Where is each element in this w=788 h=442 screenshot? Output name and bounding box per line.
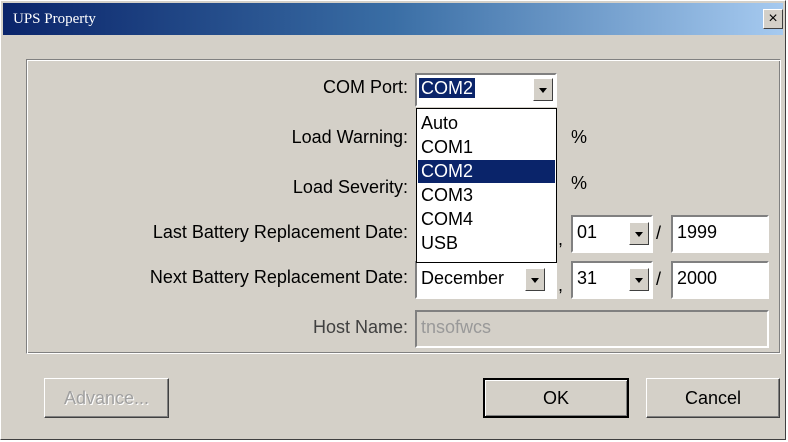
next-battery-comma: , xyxy=(558,275,564,295)
com-port-label: COM Port: xyxy=(322,77,408,97)
close-button[interactable]: × xyxy=(763,9,783,29)
com-port-dropdown-list: Auto COM1 COM2 COM3 COM4 USB xyxy=(416,108,557,263)
close-icon: × xyxy=(768,10,778,27)
last-battery-separator: / xyxy=(656,223,662,243)
load-warning-unit: % xyxy=(571,127,588,147)
next-battery-day-value: 31 xyxy=(577,268,598,288)
window-title: UPS Property xyxy=(13,11,96,27)
last-battery-day-dropdown-button[interactable] xyxy=(629,222,649,245)
com-port-option[interactable]: Auto xyxy=(418,112,555,135)
next-battery-day-select[interactable]: 31 xyxy=(571,261,653,299)
advance-button[interactable]: Advance... xyxy=(44,378,169,418)
next-battery-month-dropdown-button[interactable] xyxy=(525,268,545,291)
last-battery-day-select[interactable]: 01 xyxy=(571,215,653,253)
host-name-label: Host Name: xyxy=(312,317,408,337)
last-battery-comma: , xyxy=(558,229,564,249)
next-battery-year-input[interactable]: 2000 xyxy=(671,261,769,299)
load-severity-label: Load Severity: xyxy=(292,177,408,197)
com-port-option[interactable]: COM3 xyxy=(418,184,555,207)
next-battery-month-value: December xyxy=(421,268,505,288)
host-name-input[interactable]: tnsofwcs xyxy=(415,310,769,348)
next-battery-month-select[interactable]: December xyxy=(415,261,557,299)
chevron-down-icon xyxy=(539,88,547,93)
title-bar[interactable]: UPS Property × xyxy=(3,3,783,35)
cancel-button[interactable]: Cancel xyxy=(646,378,780,418)
com-port-select[interactable]: COM2 xyxy=(415,73,557,107)
next-battery-year-value: 2000 xyxy=(677,268,718,288)
ok-button[interactable]: OK xyxy=(483,378,629,418)
com-port-value: COM2 xyxy=(419,78,476,98)
last-battery-label: Last Battery Replacement Date: xyxy=(152,222,408,242)
com-port-dropdown-button[interactable] xyxy=(533,78,553,101)
com-port-option[interactable]: USB xyxy=(418,232,555,255)
last-battery-year-value: 1999 xyxy=(677,222,718,242)
com-port-option[interactable]: COM1 xyxy=(418,136,555,159)
next-battery-label: Next Battery Replacement Date: xyxy=(149,267,408,287)
load-warning-label: Load Warning: xyxy=(291,127,408,147)
chevron-down-icon xyxy=(635,232,643,237)
com-port-option-selected[interactable]: COM2 xyxy=(418,160,555,183)
chevron-down-icon xyxy=(635,278,643,283)
load-severity-unit: % xyxy=(571,173,588,193)
com-port-option[interactable]: COM4 xyxy=(418,208,555,231)
last-battery-year-input[interactable]: 1999 xyxy=(671,215,769,253)
next-battery-day-dropdown-button[interactable] xyxy=(629,268,649,291)
last-battery-day-value: 01 xyxy=(577,222,598,242)
next-battery-separator: / xyxy=(656,269,662,289)
chevron-down-icon xyxy=(531,278,539,283)
ups-property-dialog: UPS Property × COM Port: COM2 Load Warni… xyxy=(0,0,786,440)
host-name-value: tnsofwcs xyxy=(421,317,492,337)
